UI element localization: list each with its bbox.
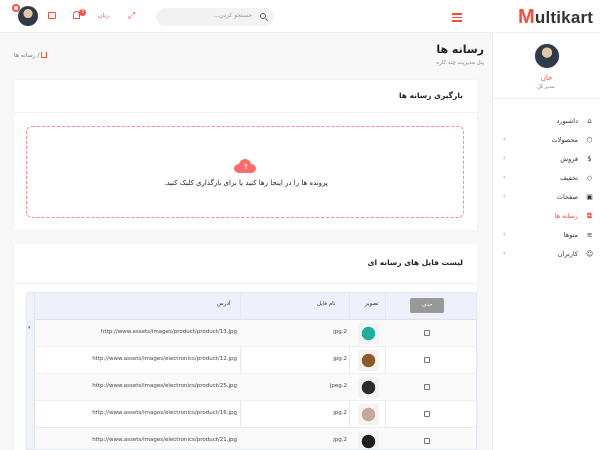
- column-header-address: آدرس: [217, 301, 231, 307]
- sidebar-item[interactable]: ◇ تخفیف ‹: [493, 170, 600, 189]
- sidebar-item-label: فروش: [560, 155, 578, 163]
- page-title: رسانه ها: [436, 43, 484, 56]
- notification-badge: 3: [79, 9, 86, 16]
- file-address: http://www.assets/images/electronics/pro…: [92, 383, 237, 389]
- profile: جان مدیر کل.: [493, 33, 600, 99]
- page-subtitle: پنل مدیریت چند کاره: [436, 60, 484, 66]
- file-address: http://www.assets/images/electronics/pro…: [92, 437, 237, 443]
- sidebar: جان مدیر کل. ⌂ داشبورد ⬡ محصولات ‹ $ فروش ‹ ◇ تخف…: [492, 33, 600, 450]
- tag-icon: ◇: [586, 174, 593, 182]
- product-thumbnail: [358, 377, 379, 398]
- sidebar-item[interactable]: ▣ صفحات ‹: [493, 189, 600, 208]
- dropzone-text: پرونده ها را در اینجا رها کنید یا برای ب…: [164, 179, 328, 187]
- language-button[interactable]: زبان: [98, 12, 109, 19]
- search-input[interactable]: جستجو کردن...: [156, 8, 274, 26]
- table-row: jpg.2 http://www.assets/images/electronic…: [35, 401, 476, 428]
- profile-name: جان: [540, 74, 553, 82]
- file-name: jpg.2: [333, 329, 347, 335]
- fullscreen-icon[interactable]: ⤢: [128, 12, 135, 21]
- file-address: http://www.assets/images/electronics/pro…: [92, 356, 237, 362]
- upload-card-header: بارگیری رسانه ها: [14, 80, 477, 113]
- delete-button[interactable]: حذف: [410, 298, 444, 313]
- sidebar-item[interactable]: ⬡ محصولات ‹: [493, 132, 600, 151]
- upload-card-title: بارگیری رسانه ها: [398, 91, 463, 100]
- media-list-title: لیست فایل های رسانه ای: [367, 258, 463, 267]
- search-icon[interactable]: [260, 13, 266, 19]
- file-name: jpeg.2: [329, 383, 347, 389]
- row-checkbox[interactable]: [424, 330, 430, 336]
- sidebar-item-label: منوها: [563, 231, 578, 239]
- sidebar-item-label: صفحات: [556, 193, 578, 201]
- chevron-left-icon: ‹: [503, 231, 506, 238]
- chevron-left-icon: ‹: [503, 136, 506, 143]
- users-icon: ☺: [586, 250, 594, 258]
- align-left-icon: ≡: [586, 231, 593, 239]
- home-icon: ⌂: [587, 117, 592, 125]
- media-list-card: لیست فایل های رسانه ای ▾ حذف تصویر نام ف…: [14, 244, 477, 450]
- chevron-left-icon: ‹: [503, 193, 506, 200]
- column-header-name: نام فایل: [317, 301, 336, 307]
- chevron-left-icon: ‹: [503, 155, 506, 162]
- file-address: http://www.assets/images/product/product…: [100, 329, 237, 335]
- row-checkbox[interactable]: [424, 411, 430, 417]
- breadcrumb: رسانه ها /: [14, 51, 48, 59]
- row-checkbox[interactable]: [424, 384, 430, 390]
- avatar: [533, 43, 560, 69]
- row-checkbox[interactable]: [424, 357, 430, 363]
- row-checkbox[interactable]: [424, 438, 430, 444]
- sidebar-item[interactable]: ⌂ داشبورد: [493, 113, 600, 132]
- table-row: jpeg.2 http://www.assets/images/electroni…: [35, 374, 476, 401]
- dropzone[interactable]: ↑ پرونده ها را در اینجا رها کنید یا برای…: [26, 126, 464, 218]
- product-thumbnail: [358, 350, 379, 371]
- sidebar-item-label: کاربران: [557, 250, 578, 258]
- sidebar-menu: ⌂ داشبورد ⬡ محصولات ‹ $ فروش ‹ ◇ تخفیف ‹ ▣ صفحات ‹ ◘ رس…: [493, 113, 600, 265]
- sidebar-item-label: محصولات: [551, 136, 579, 144]
- cloud-upload-icon: ↑: [234, 159, 256, 173]
- product-thumbnail: [358, 431, 379, 449]
- search-placeholder: جستجو کردن...: [213, 12, 252, 19]
- caret-down-icon: ▾: [28, 325, 31, 331]
- file-address: http://www.assets/images/electronics/pro…: [92, 410, 237, 416]
- sidebar-item-label: رسانه ها: [554, 212, 578, 220]
- file-name: jpg.2: [333, 410, 347, 416]
- clipboard-icon: ▣: [586, 193, 593, 201]
- status-dot: [12, 4, 20, 12]
- file-name: jpg.2: [333, 356, 347, 362]
- logo[interactable]: Multikart: [518, 6, 593, 29]
- product-thumbnail: [358, 404, 379, 425]
- home-icon[interactable]: [41, 52, 48, 58]
- media-table: ▾ حذف تصویر نام فایل آدرس jpg.2 http://ww…: [26, 292, 477, 450]
- chevron-left-icon: ‹: [503, 174, 506, 181]
- upload-card: بارگیری رسانه ها ↑ پرونده ها را در اینجا…: [14, 80, 477, 230]
- camera-icon: ◘: [586, 212, 593, 220]
- sidebar-item-label: داشبورد: [556, 117, 579, 125]
- media-list-header: لیست فایل های رسانه ای: [14, 244, 477, 284]
- sidebar-item[interactable]: ≡ منوها ‹: [493, 227, 600, 246]
- chevron-left-icon: ‹: [503, 250, 506, 257]
- table-scroll-column[interactable]: ▾: [27, 293, 35, 449]
- table-row: jpg.2 http://www.assets/images/product/pr…: [35, 320, 476, 347]
- hamburger-menu-icon[interactable]: [452, 13, 462, 24]
- file-name: jpg.2: [333, 437, 347, 443]
- sidebar-item[interactable]: ☺ کاربران ‹: [493, 246, 600, 265]
- breadcrumb-current: رسانه ها: [14, 52, 36, 59]
- table-row: jpg.2 http://www.assets/images/electronic…: [35, 347, 476, 374]
- box-icon: ⬡: [586, 136, 593, 144]
- dollar-icon: $: [587, 155, 592, 163]
- profile-role: مدیر کل.: [537, 84, 556, 90]
- column-header-image: تصویر: [365, 301, 379, 307]
- top-header: Multikart جستجو کردن... ⤢ زبان 3: [0, 0, 600, 33]
- sidebar-item[interactable]: ◘ رسانه ها: [493, 208, 600, 227]
- sidebar-item-label: تخفیف: [560, 174, 578, 182]
- user-avatar[interactable]: [18, 6, 38, 26]
- sidebar-item[interactable]: $ فروش ‹: [493, 151, 600, 170]
- message-icon[interactable]: [48, 12, 56, 19]
- table-row: jpg.2 http://www.assets/images/electronic…: [35, 428, 476, 449]
- table-header: حذف تصویر نام فایل آدرس: [35, 293, 476, 320]
- product-thumbnail: [358, 323, 379, 344]
